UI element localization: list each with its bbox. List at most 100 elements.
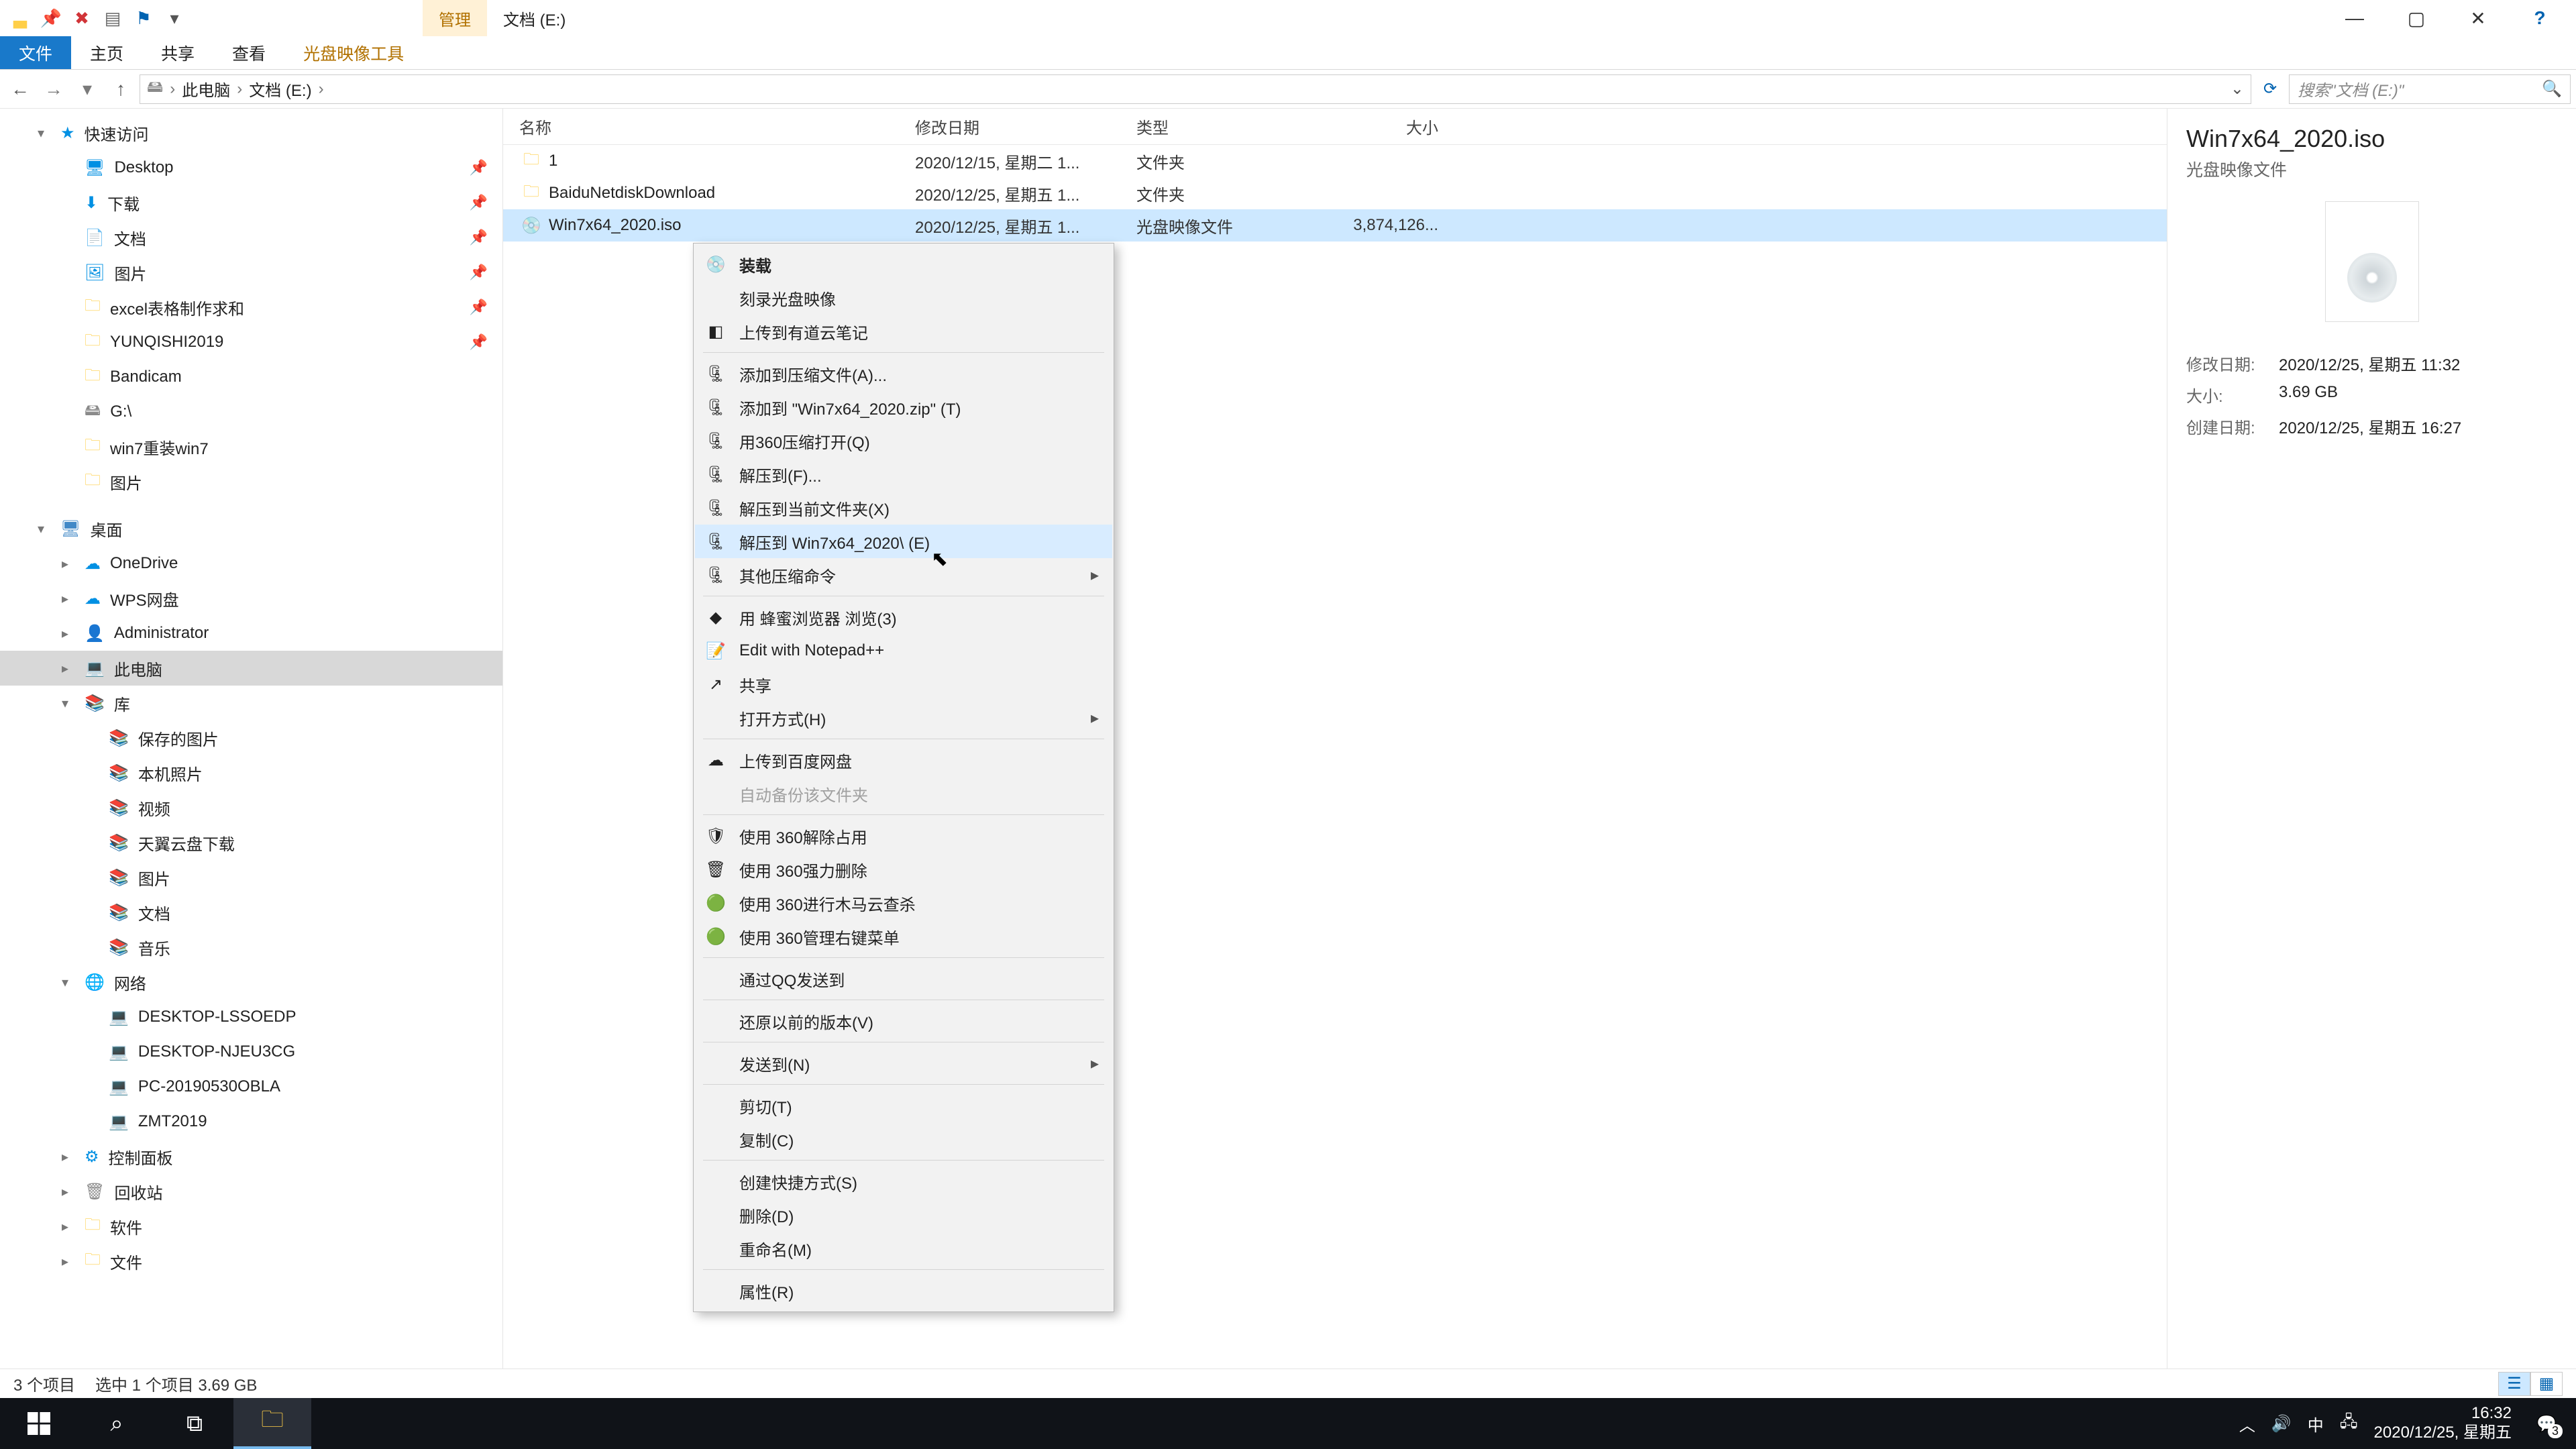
refresh-button[interactable]: ⟳ bbox=[2255, 74, 2285, 104]
start-button[interactable] bbox=[0, 1398, 78, 1449]
tree-node[interactable]: ▾🖥桌面 bbox=[0, 511, 502, 546]
menu-item[interactable]: 💿装载 bbox=[695, 248, 1112, 281]
tree-node[interactable]: 🗀excel表格制作求和📌 bbox=[0, 290, 502, 325]
manage-tab[interactable]: 管理 bbox=[423, 0, 487, 36]
menu-item[interactable]: 创建快捷方式(S) bbox=[695, 1165, 1112, 1198]
tree-node[interactable]: 💻PC-20190530OBLA bbox=[0, 1069, 502, 1104]
tree-node[interactable]: 🗀win7重装win7 bbox=[0, 429, 502, 464]
tree-node[interactable]: ▸🗀文件 bbox=[0, 1244, 502, 1279]
help-button[interactable]: ? bbox=[2509, 0, 2571, 36]
menu-item[interactable]: 🗜添加到 "Win7x64_2020.zip" (T) bbox=[695, 390, 1112, 424]
tree-node[interactable]: ▸🗑回收站 bbox=[0, 1174, 502, 1209]
tree-node[interactable]: ▸⚙控制面板 bbox=[0, 1139, 502, 1174]
up-button[interactable]: ↑ bbox=[106, 74, 136, 104]
expander-icon[interactable]: ▸ bbox=[62, 625, 75, 642]
network-icon[interactable]: 🖧 bbox=[2340, 1410, 2358, 1438]
tree-node[interactable]: 🗀YUNQISHI2019📌 bbox=[0, 325, 502, 360]
menu-item[interactable]: 🗜添加到压缩文件(A)... bbox=[695, 357, 1112, 390]
ribbon-tab-view[interactable]: 查看 bbox=[213, 36, 284, 69]
search-icon[interactable]: 🔍 bbox=[2542, 79, 2562, 99]
tree-node[interactable]: 📄文档📌 bbox=[0, 220, 502, 255]
properties-icon[interactable]: ⚑ bbox=[133, 7, 154, 29]
menu-item[interactable]: 📝Edit with Notepad++ bbox=[695, 634, 1112, 667]
tree-node[interactable]: 💻DESKTOP-NJEU3CG bbox=[0, 1034, 502, 1069]
menu-item[interactable]: 🗜解压到(F)... bbox=[695, 458, 1112, 491]
action-center-button[interactable]: 💬 3 bbox=[2528, 1405, 2565, 1442]
search-taskbar-button[interactable]: ⌕ bbox=[78, 1398, 156, 1449]
navigation-tree[interactable]: ▾★快速访问🖥Desktop📌⬇下载📌📄文档📌🖼图片📌🗀excel表格制作求和📌… bbox=[0, 109, 503, 1368]
tree-node[interactable]: ▾📚库 bbox=[0, 686, 502, 720]
file-row[interactable]: 💿Win7x64_2020.iso2020/12/25, 星期五 1...光盘映… bbox=[503, 209, 2167, 241]
tree-node[interactable]: 📚图片 bbox=[0, 860, 502, 895]
tree-node[interactable]: 📚天翼云盘下载 bbox=[0, 825, 502, 860]
ribbon-tab-home[interactable]: 主页 bbox=[71, 36, 142, 69]
tree-node[interactable]: ⬇下载📌 bbox=[0, 185, 502, 220]
search-box[interactable]: 搜索"文档 (E:)" 🔍 bbox=[2289, 74, 2571, 104]
taskbar-clock[interactable]: 16:32 2020/12/25, 星期五 bbox=[2374, 1404, 2512, 1443]
menu-item[interactable]: 🗜其他压缩命令▸ bbox=[695, 558, 1112, 592]
menu-item[interactable]: ☁上传到百度网盘 bbox=[695, 743, 1112, 777]
menu-item[interactable]: ↗共享 bbox=[695, 667, 1112, 701]
menu-item[interactable]: 删除(D) bbox=[695, 1198, 1112, 1232]
menu-item[interactable]: 🗜解压到 Win7x64_2020\ (E) bbox=[695, 525, 1112, 558]
address-dropdown-icon[interactable]: ⌄ bbox=[2231, 79, 2244, 99]
volume-icon[interactable]: 🔊 bbox=[2271, 1414, 2292, 1434]
breadcrumb-drive[interactable]: 文档 (E:) bbox=[249, 77, 311, 101]
maximize-button[interactable]: ▢ bbox=[2385, 0, 2447, 36]
tree-node[interactable]: 🖼图片📌 bbox=[0, 255, 502, 290]
menu-item[interactable]: 🟢使用 360进行木马云查杀 bbox=[695, 886, 1112, 920]
expander-icon[interactable]: ▾ bbox=[62, 974, 75, 991]
menu-item[interactable]: 🗜解压到当前文件夹(X) bbox=[695, 491, 1112, 525]
tree-node[interactable]: ▾★快速访问 bbox=[0, 115, 502, 150]
tree-node[interactable]: ▸💻此电脑 bbox=[0, 651, 502, 686]
details-view-button[interactable]: ☰ bbox=[2498, 1372, 2530, 1396]
tree-node[interactable]: ▸👤Administrator bbox=[0, 616, 502, 651]
menu-item[interactable]: 剪切(T) bbox=[695, 1089, 1112, 1122]
forward-button[interactable]: → bbox=[39, 74, 68, 104]
tree-node[interactable]: 💻DESKTOP-LSSOEDP bbox=[0, 1000, 502, 1034]
menu-item[interactable]: 属性(R) bbox=[695, 1274, 1112, 1307]
tree-node[interactable]: 📚文档 bbox=[0, 895, 502, 930]
menu-item[interactable]: 发送到(N)▸ bbox=[695, 1046, 1112, 1080]
chevron-right-icon[interactable]: › bbox=[237, 80, 242, 99]
new-folder-icon[interactable]: ▤ bbox=[102, 7, 123, 29]
tree-node[interactable]: 📚视频 bbox=[0, 790, 502, 825]
explorer-taskbar-button[interactable]: 🗀 bbox=[233, 1398, 311, 1449]
taskbar[interactable]: ⌕ ⧉ 🗀 ︿ 🔊 中 🖧 16:32 2020/12/25, 星期五 💬 3 bbox=[0, 1398, 2576, 1449]
expander-icon[interactable]: ▸ bbox=[62, 555, 75, 572]
expander-icon[interactable]: ▸ bbox=[62, 1253, 75, 1270]
expander-icon[interactable]: ▸ bbox=[62, 1183, 75, 1200]
menu-item[interactable]: ◆用 蜂蜜浏览器 浏览(3) bbox=[695, 600, 1112, 634]
delete-icon[interactable]: ✖ bbox=[71, 7, 93, 29]
tree-node[interactable]: 🗀Bandicam bbox=[0, 360, 502, 394]
breadcrumb-root[interactable]: 此电脑 bbox=[182, 77, 230, 101]
expander-icon[interactable]: ▸ bbox=[62, 660, 75, 677]
menu-item[interactable]: 还原以前的版本(V) bbox=[695, 1004, 1112, 1038]
pin-icon[interactable]: 📌 bbox=[40, 7, 62, 29]
expander-icon[interactable]: ▾ bbox=[38, 521, 51, 537]
address-bar[interactable]: 🖴 › 此电脑 › 文档 (E:) › ⌄ bbox=[140, 74, 2251, 104]
tree-node[interactable]: 🖴G:\ bbox=[0, 394, 502, 429]
column-name[interactable]: 名称 bbox=[519, 115, 915, 138]
menu-item[interactable]: 🟢使用 360管理右键菜单 bbox=[695, 920, 1112, 953]
tree-node[interactable]: ▸🗀软件 bbox=[0, 1209, 502, 1244]
chevron-right-icon[interactable]: › bbox=[170, 80, 175, 99]
column-date[interactable]: 修改日期 bbox=[915, 115, 1136, 138]
minimize-button[interactable]: — bbox=[2324, 0, 2385, 36]
tree-node[interactable]: ▸☁WPS网盘 bbox=[0, 581, 502, 616]
menu-item[interactable]: 刻录光盘映像 bbox=[695, 281, 1112, 315]
column-size[interactable]: 大小 bbox=[1324, 115, 1458, 138]
context-menu[interactable]: 💿装载刻录光盘映像◧上传到有道云笔记🗜添加到压缩文件(A)...🗜添加到 "Wi… bbox=[693, 243, 1114, 1312]
close-button[interactable]: ✕ bbox=[2447, 0, 2509, 36]
tree-node[interactable]: 📚本机照片 bbox=[0, 755, 502, 790]
expander-icon[interactable]: ▾ bbox=[62, 695, 75, 712]
tree-node[interactable]: 🖥Desktop📌 bbox=[0, 150, 502, 185]
menu-item[interactable]: 🗜用360压缩打开(Q) bbox=[695, 424, 1112, 458]
menu-item[interactable]: 复制(C) bbox=[695, 1122, 1112, 1156]
ribbon-tab-share[interactable]: 共享 bbox=[142, 36, 213, 69]
tray-overflow-icon[interactable]: ︿ bbox=[2239, 1412, 2255, 1436]
expander-icon[interactable]: ▸ bbox=[62, 1148, 75, 1165]
task-view-button[interactable]: ⧉ bbox=[156, 1398, 233, 1449]
menu-item[interactable]: 重命名(M) bbox=[695, 1232, 1112, 1265]
expander-icon[interactable]: ▸ bbox=[62, 590, 75, 607]
